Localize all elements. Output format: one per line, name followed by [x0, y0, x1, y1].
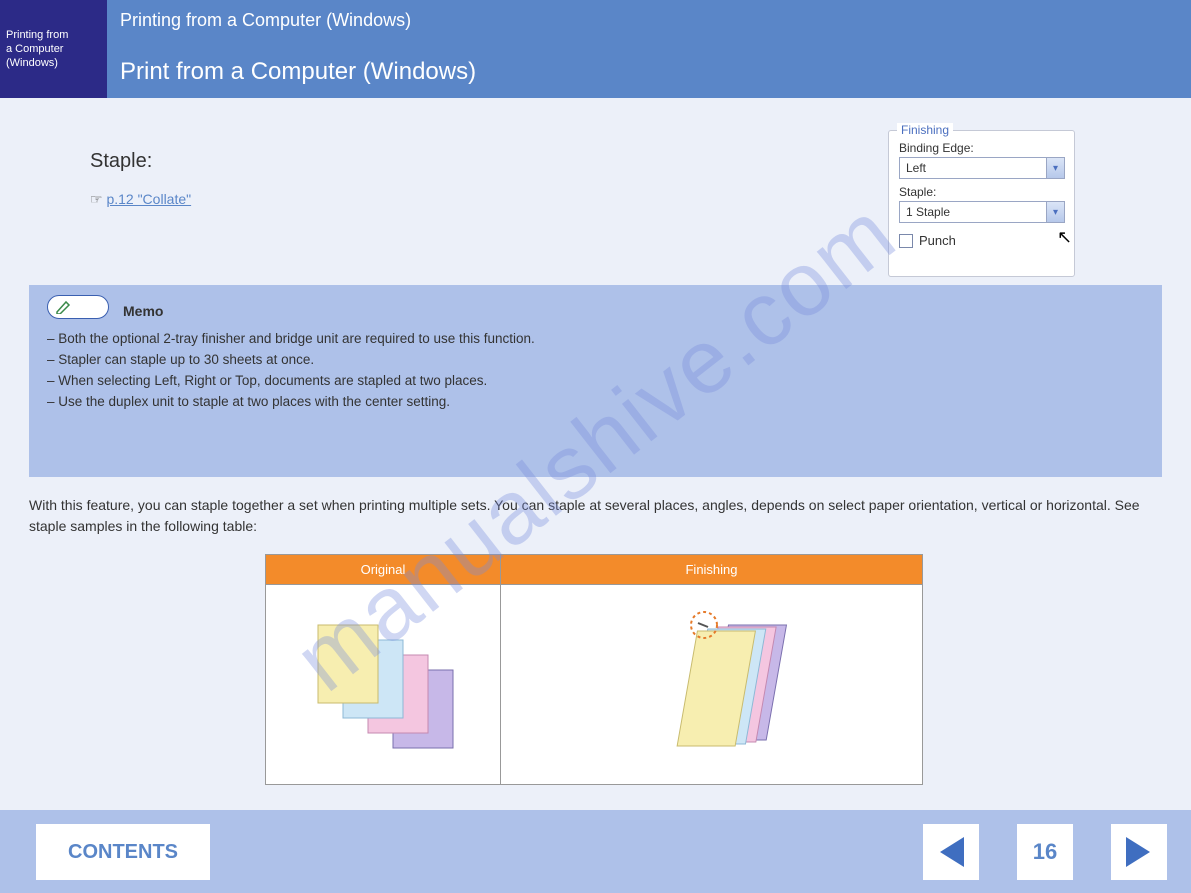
header-brand-block: Printing from a Computer (Windows): [0, 0, 107, 98]
punch-checkbox-row[interactable]: Punch: [899, 233, 1064, 248]
memo-item: Stapler can staple up to 30 sheets at on…: [47, 350, 1144, 371]
contents-button[interactable]: CONTENTS: [36, 824, 210, 880]
original-stack-icon: [288, 610, 478, 760]
memo-body: Both the optional 2-tray finisher and br…: [47, 329, 1144, 413]
finishing-panel: Finishing Binding Edge: Left ▾ Staple: 1…: [888, 130, 1075, 277]
cross-reference: ☞ p.12 "Collate": [90, 191, 870, 208]
original-cell: [266, 585, 501, 785]
crossref-link[interactable]: p.12 "Collate": [106, 191, 191, 207]
memo-box: Memo Both the optional 2-tray finisher a…: [29, 285, 1162, 477]
footer-nav: 16: [923, 824, 1167, 880]
punch-label: Punch: [919, 233, 956, 248]
binding-edge-value: Left: [900, 161, 1046, 175]
binding-edge-label: Binding Edge:: [899, 141, 1064, 155]
col-finishing: Finishing: [501, 555, 923, 585]
memo-title: Memo: [123, 303, 1144, 319]
brand-line-2: a Computer: [0, 42, 107, 56]
finishing-cell: [501, 585, 923, 785]
header-breadcrumb: Printing from a Computer (Windows): [120, 10, 411, 31]
crossref-prefix: ☞: [90, 191, 103, 207]
memo-pill: [47, 295, 109, 319]
finishing-legend: Finishing: [897, 123, 953, 137]
header-bar: Printing from a Computer (Windows) Print…: [0, 0, 1191, 98]
memo-item: Use the duplex unit to staple at two pla…: [47, 392, 1144, 413]
footer-bar: CONTENTS 16: [0, 810, 1191, 893]
punch-checkbox[interactable]: [899, 234, 913, 248]
table-header-row: Original Finishing: [266, 555, 923, 585]
table-row: [266, 585, 923, 785]
brand-line-1: Printing from: [0, 0, 107, 42]
staple-label: Staple:: [899, 185, 1064, 199]
memo-item: Both the optional 2-tray finisher and br…: [47, 329, 1144, 350]
next-page-button[interactable]: [1111, 824, 1167, 880]
chevron-down-icon: ▾: [1046, 202, 1064, 222]
chevron-down-icon: ▾: [1046, 158, 1064, 178]
page-number: 16: [1017, 824, 1073, 880]
staple-value: 1 Staple: [900, 205, 1046, 219]
cursor-icon: ↖: [1057, 227, 1072, 248]
staple-paragraph: With this feature, you can staple togeth…: [29, 495, 1162, 537]
finishing-stack-icon: [612, 605, 812, 765]
memo-item: When selecting Left, Right or Top, docum…: [47, 371, 1144, 392]
binding-edge-select[interactable]: Left ▾: [899, 157, 1065, 179]
main-content: Staple: ☞ p.12 "Collate": [90, 150, 870, 208]
section-heading-staple: Staple:: [90, 150, 870, 173]
arrow-left-icon: [934, 835, 968, 869]
page-title: Print from a Computer (Windows): [120, 58, 476, 86]
pencil-icon: [56, 300, 72, 314]
col-original: Original: [266, 555, 501, 585]
prev-page-button[interactable]: [923, 824, 979, 880]
arrow-right-icon: [1122, 835, 1156, 869]
finishing-table: Original Finishing: [265, 554, 923, 785]
brand-line-3: (Windows): [0, 56, 107, 70]
staple-select[interactable]: 1 Staple ▾: [899, 201, 1065, 223]
